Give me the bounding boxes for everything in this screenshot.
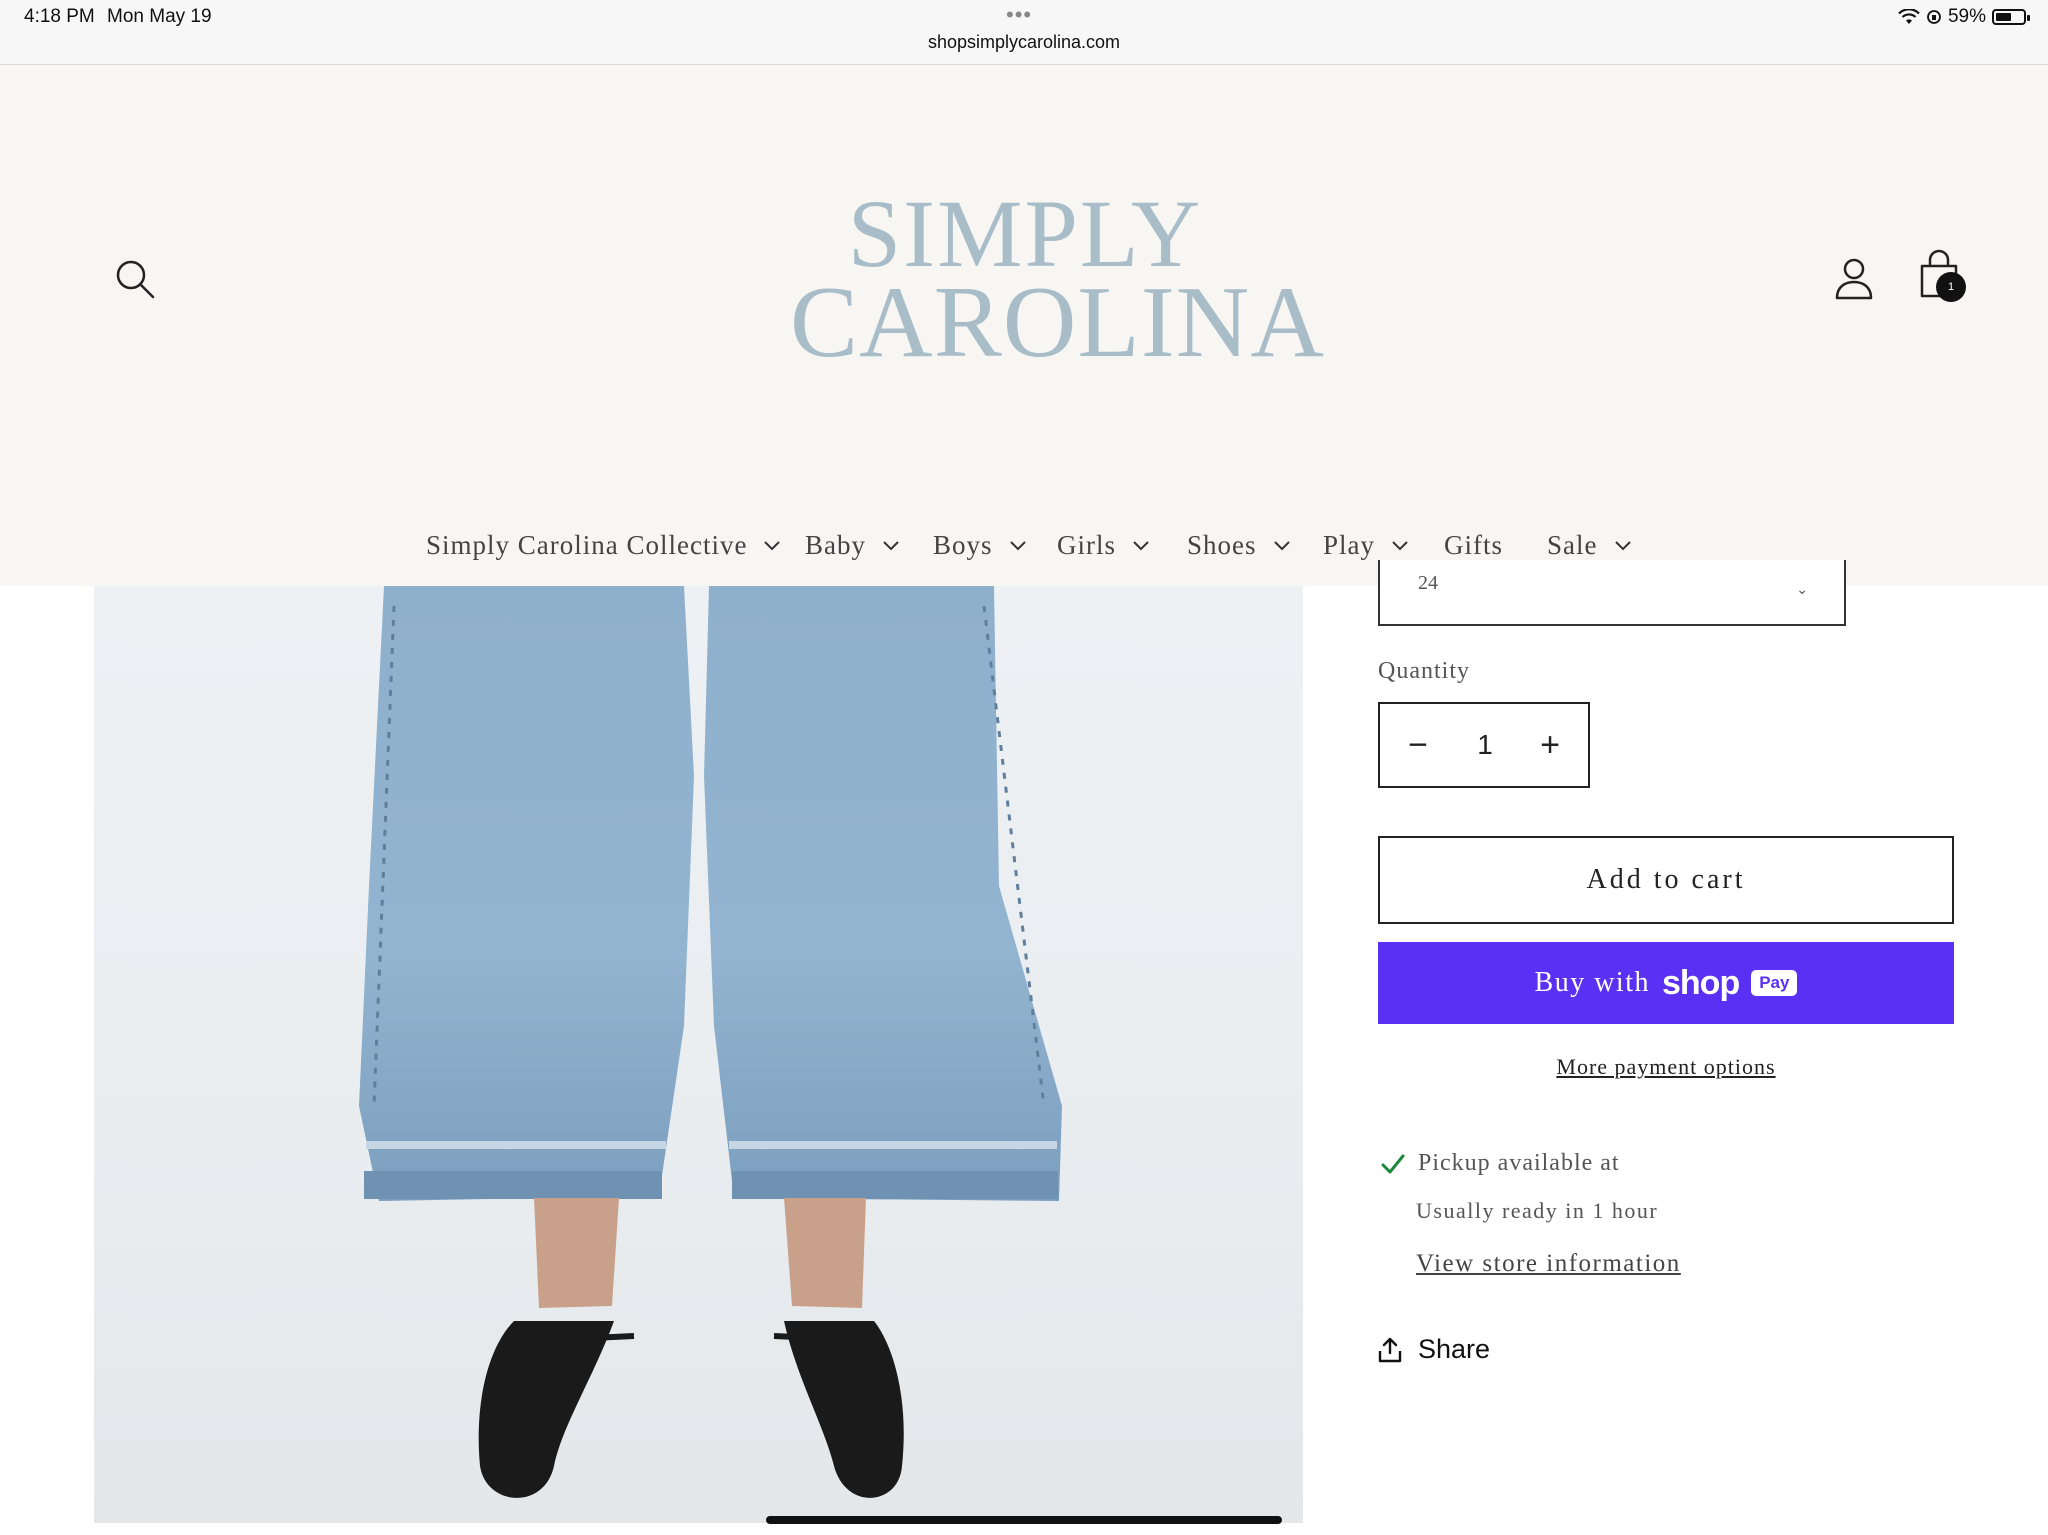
logo-line-2: CAROLINA — [790, 266, 1325, 379]
cart-count-badge: 1 — [1936, 272, 1966, 302]
product-photo-jeans — [359, 586, 1062, 1498]
quantity-label: Quantity — [1378, 658, 1470, 684]
shop-pay-badge: Pay — [1751, 970, 1798, 996]
view-store-information-link[interactable]: View store information — [1416, 1250, 1681, 1278]
more-payment-options-link[interactable]: More payment options — [1378, 1054, 1954, 1080]
wifi-icon — [1898, 9, 1920, 24]
add-to-cart-button[interactable]: Add to cart — [1378, 836, 1954, 924]
shop-pay-prefix: Buy with — [1534, 967, 1650, 998]
nav-item-label: Baby — [805, 530, 866, 560]
chevron-down-icon — [1133, 540, 1149, 550]
pickup-ready-text: Usually ready in 1 hour — [1416, 1198, 1659, 1223]
chevron-down-icon — [1614, 540, 1631, 550]
quantity-input[interactable]: 1 — [1460, 722, 1510, 768]
quantity-increase-button[interactable]: + — [1530, 722, 1570, 768]
nav-item-label: Boys — [933, 530, 993, 560]
shop-pay-button[interactable]: Buy with shop Pay — [1378, 942, 1954, 1024]
nav-item-label: Shoes — [1187, 530, 1257, 560]
quantity-decrease-button[interactable]: − — [1398, 722, 1438, 768]
pickup-availability: Pickup available at — [1380, 1150, 1620, 1177]
chevron-down-icon — [1273, 540, 1290, 550]
more-dots-icon[interactable]: ••• — [1006, 2, 1032, 28]
share-label: Share — [1418, 1334, 1491, 1364]
home-indicator[interactable] — [766, 1516, 1282, 1524]
size-select[interactable]: 24 ⌄ — [1378, 560, 1846, 626]
pickup-available-text: Pickup available at — [1418, 1150, 1620, 1176]
nav-item-label: Girls — [1057, 530, 1116, 560]
chevron-down-icon: ⌄ — [1796, 583, 1808, 598]
status-time: 4:18 PM — [24, 6, 95, 27]
address-bar-url[interactable]: shopsimplycarolina.com — [0, 32, 2048, 53]
nav-item-baby[interactable]: Baby — [805, 530, 900, 561]
status-indicators: 59% — [1898, 6, 2030, 28]
nav-item-label: Sale — [1547, 530, 1598, 560]
orientation-lock-icon — [1927, 10, 1941, 24]
nav-item-boys[interactable]: Boys — [933, 530, 1027, 561]
account-icon[interactable] — [1834, 256, 1874, 302]
product-image[interactable] — [94, 586, 1303, 1523]
nav-item-shoes[interactable]: Shoes — [1187, 530, 1291, 561]
size-select-value: 24 — [1418, 572, 1438, 594]
chevron-down-icon — [1392, 540, 1408, 550]
logo-line-1: SIMPLY — [847, 180, 1203, 287]
nav-item-label: Play — [1323, 530, 1376, 560]
nav-item-label: Simply Carolina Collective — [426, 530, 748, 560]
chevron-down-icon — [764, 540, 781, 550]
chevron-down-icon — [1009, 540, 1026, 550]
nav-item-label: Gifts — [1444, 530, 1503, 560]
nav-item-sale[interactable]: Sale — [1547, 530, 1632, 561]
battery-percent: 59% — [1947, 6, 1986, 27]
site-header: SIMPLY CAROLINA 1 Simply Carolina Collec… — [0, 65, 2048, 586]
battery-icon — [1992, 9, 2030, 25]
nav-item-gifts[interactable]: Gifts — [1444, 530, 1503, 561]
shop-pay-logo: shop — [1662, 963, 1740, 1002]
share-button[interactable]: Share — [1378, 1334, 1490, 1365]
quantity-stepper: − 1 + — [1378, 702, 1590, 788]
store-logo[interactable]: SIMPLY CAROLINA — [790, 180, 1324, 374]
check-icon — [1381, 1154, 1405, 1173]
status-bar: 4:18 PM Mon May 19 ••• shopsimplycarolin… — [0, 0, 2048, 65]
share-icon — [1378, 1337, 1402, 1362]
status-date: Mon May 19 — [107, 6, 212, 27]
nav-item-girls[interactable]: Girls — [1057, 530, 1150, 561]
nav-item-simply-carolina-collective[interactable]: Simply Carolina Collective — [426, 530, 781, 561]
chevron-down-icon — [883, 540, 899, 550]
search-icon[interactable] — [114, 258, 156, 300]
battery-fill — [1996, 13, 2012, 21]
nav-item-play[interactable]: Play — [1323, 530, 1409, 561]
